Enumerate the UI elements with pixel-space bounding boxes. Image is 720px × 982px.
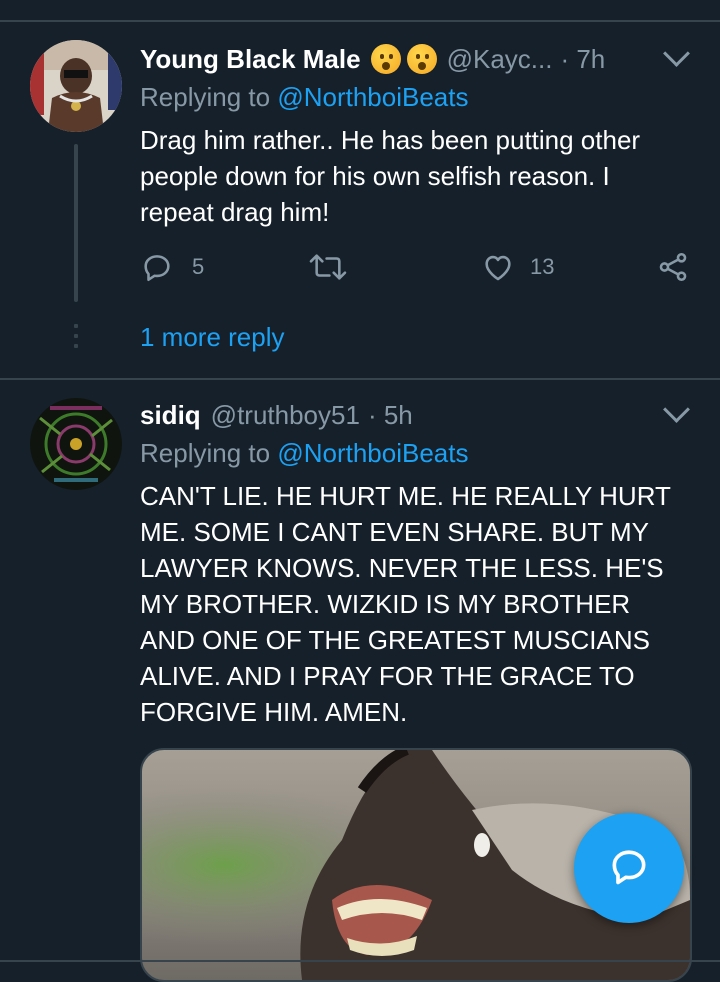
- replying-to-prefix: Replying to: [140, 438, 278, 468]
- timestamp[interactable]: · 7h: [560, 44, 605, 75]
- like-button[interactable]: 13: [480, 247, 554, 287]
- more-replies-link[interactable]: 1 more reply: [140, 322, 285, 353]
- timestamp[interactable]: · 5h: [368, 400, 413, 431]
- thread-dots: [74, 324, 78, 354]
- avatar[interactable]: [30, 40, 122, 132]
- chevron-down-icon[interactable]: [663, 40, 690, 67]
- replying-to: Replying to @NorthboiBeats: [140, 438, 468, 469]
- retweet-icon: [308, 250, 348, 284]
- replying-to-link[interactable]: @NorthboiBeats: [277, 438, 468, 468]
- replying-to-prefix: Replying to: [140, 82, 278, 112]
- tweet-text: Drag him rather.. He has been putting ot…: [140, 125, 641, 227]
- retweet-button[interactable]: [308, 247, 348, 287]
- reply-icon: [140, 250, 174, 284]
- chevron-down-icon[interactable]: [663, 396, 690, 423]
- tweet-header: sidiq @truthboy51 · 5h: [140, 397, 413, 433]
- display-name[interactable]: Young Black Male: [140, 44, 361, 75]
- user-handle[interactable]: @truthboy51: [211, 400, 360, 431]
- replying-to-link[interactable]: @NorthboiBeats: [277, 82, 468, 112]
- top-divider: [0, 20, 720, 22]
- like-icon: [480, 250, 516, 284]
- tweet-text: CAN'T LIE. HE HURT ME. HE REALLY HURT ME…: [140, 481, 671, 727]
- user-handle[interactable]: @Kayc...: [447, 44, 553, 75]
- shushing-face-emoji-icon: [370, 44, 401, 74]
- compose-icon: [607, 844, 651, 893]
- replying-to: Replying to @NorthboiBeats: [140, 82, 468, 113]
- reply-button[interactable]: 5: [140, 247, 204, 287]
- shushing-face-emoji-icon: [406, 44, 437, 74]
- bottom-divider: [0, 960, 720, 962]
- tweet-divider: [0, 378, 720, 380]
- compose-reply-button[interactable]: [574, 813, 684, 923]
- reply-count: 5: [192, 254, 205, 279]
- tweet-actions: 5 13: [140, 247, 700, 287]
- avatar[interactable]: [30, 398, 122, 490]
- share-button[interactable]: [656, 247, 690, 287]
- display-name[interactable]: sidiq: [140, 400, 201, 431]
- like-count: 13: [530, 254, 555, 279]
- thread-line: [74, 144, 78, 302]
- share-icon: [656, 250, 690, 284]
- tweet-header: Young Black Male @Kayc... · 7h: [140, 41, 605, 77]
